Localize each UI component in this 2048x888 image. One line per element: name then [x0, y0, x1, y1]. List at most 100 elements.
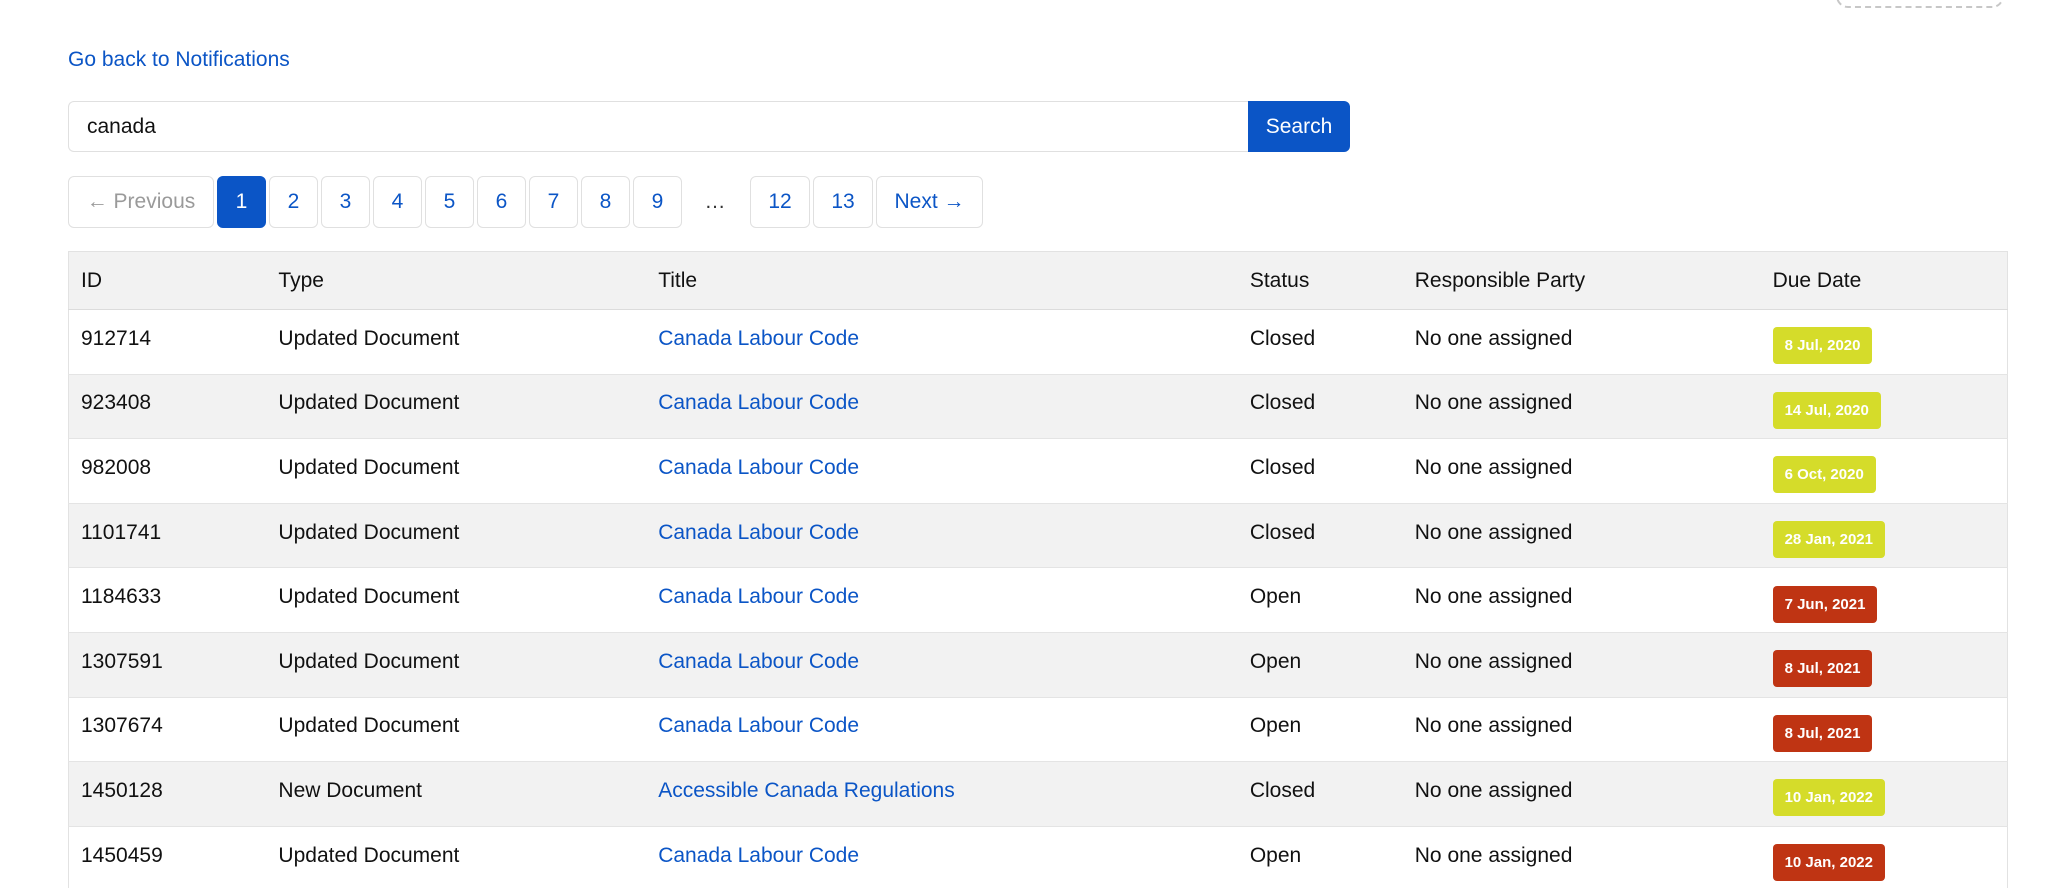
cell-title: Canada Labour Code: [646, 439, 1238, 504]
cell-status: Closed: [1238, 762, 1403, 827]
cell-type: New Document: [266, 762, 646, 827]
id-text: 923408: [81, 391, 152, 415]
cell-status: Open: [1238, 568, 1403, 633]
id-text: 1307674: [81, 714, 163, 738]
responsible-party-text: No one assigned: [1414, 520, 1573, 544]
back-to-notifications-link[interactable]: Go back to Notifications: [68, 48, 290, 72]
cell-id: 1101741: [69, 503, 267, 568]
cell-type: Updated Document: [266, 503, 646, 568]
next-page-button[interactable]: Next →: [876, 176, 983, 228]
column-header-due-date[interactable]: Due Date: [1760, 251, 2008, 310]
title-link[interactable]: Canada Labour Code: [658, 456, 859, 479]
column-header-status[interactable]: Status: [1237, 251, 1403, 310]
dashed-outline-element: [1836, 0, 2004, 8]
title-link[interactable]: Canada Labour Code: [658, 521, 859, 544]
id-text: 1184633: [81, 585, 162, 609]
cell-title: Accessible Canada Regulations: [646, 762, 1238, 827]
page-button-2[interactable]: 2: [269, 176, 318, 228]
cell-status: Closed: [1238, 374, 1403, 439]
status-text: Closed: [1249, 778, 1316, 802]
page-button-4[interactable]: 4: [373, 176, 422, 228]
id-text: 982008: [81, 455, 152, 479]
responsible-party-text: No one assigned: [1414, 455, 1573, 479]
due-date-badge: 14 Jul, 2020: [1772, 391, 1881, 429]
page-button-3[interactable]: 3: [321, 176, 370, 228]
cell-due-date: 10 Jan, 2022: [1761, 762, 2008, 827]
type-text: Updated Document: [278, 843, 460, 867]
table-row: 982008 Updated Document Canada Labour Co…: [68, 439, 2008, 504]
cell-type: Updated Document: [266, 374, 646, 439]
responsible-party-text: No one assigned: [1414, 843, 1573, 867]
title-link[interactable]: Canada Labour Code: [658, 844, 859, 867]
cell-type: Updated Document: [266, 697, 646, 762]
cell-responsible-party: No one assigned: [1403, 697, 1761, 762]
cell-id: 1184633: [69, 568, 267, 633]
responsible-party-text: No one assigned: [1414, 326, 1573, 350]
table-row: 1307674 Updated Document Canada Labour C…: [68, 697, 2008, 762]
page-button-9[interactable]: 9: [633, 176, 682, 228]
page-button-1[interactable]: 1: [217, 176, 266, 228]
due-date-badge: 28 Jan, 2021: [1772, 521, 1885, 559]
cell-status: Open: [1238, 697, 1403, 762]
type-text: Updated Document: [278, 391, 460, 415]
cell-responsible-party: No one assigned: [1403, 374, 1761, 439]
cell-type: Updated Document: [266, 568, 646, 633]
cell-title: Canada Labour Code: [646, 632, 1238, 697]
column-header-id[interactable]: ID: [68, 251, 267, 310]
id-text: 1450128: [81, 778, 163, 802]
previous-page-button[interactable]: ← Previous: [68, 176, 214, 228]
table-row: 1184633 Updated Document Canada Labour C…: [68, 568, 2008, 633]
title-link[interactable]: Canada Labour Code: [658, 650, 859, 673]
title-link[interactable]: Canada Labour Code: [658, 327, 859, 350]
due-date-badge: 7 Jun, 2021: [1772, 585, 1878, 623]
cell-due-date: 28 Jan, 2021: [1761, 503, 2008, 568]
cell-responsible-party: No one assigned: [1403, 310, 1761, 375]
cell-responsible-party: No one assigned: [1403, 632, 1761, 697]
cell-due-date: 8 Jul, 2021: [1761, 632, 2008, 697]
cell-id: 1307674: [69, 697, 267, 762]
table-row: 912714 Updated Document Canada Labour Co…: [68, 310, 2008, 375]
table-row: 923408 Updated Document Canada Labour Co…: [68, 374, 2008, 439]
notifications-table: ID Type Title Status Responsible Party D…: [68, 251, 2008, 888]
cell-id: 1450459: [69, 826, 267, 888]
page-button-8[interactable]: 8: [581, 176, 630, 228]
cell-title: Canada Labour Code: [646, 568, 1238, 633]
cell-id: 1307591: [69, 632, 267, 697]
cell-type: Updated Document: [266, 826, 646, 888]
responsible-party-text: No one assigned: [1414, 778, 1573, 802]
status-text: Open: [1249, 649, 1302, 673]
page-button-5[interactable]: 5: [425, 176, 474, 228]
status-text: Open: [1249, 843, 1302, 867]
status-text: Closed: [1249, 455, 1316, 479]
page-button-6[interactable]: 6: [477, 176, 526, 228]
column-header-type[interactable]: Type: [266, 251, 647, 310]
search-button[interactable]: Search: [1248, 101, 1350, 152]
status-text: Closed: [1249, 391, 1316, 415]
id-text: 912714: [81, 326, 152, 350]
page-button-12[interactable]: 12: [750, 176, 810, 228]
cell-type: Updated Document: [266, 310, 646, 375]
cell-due-date: 7 Jun, 2021: [1761, 568, 2008, 633]
cell-due-date: 8 Jul, 2020: [1761, 310, 2008, 375]
cell-title: Canada Labour Code: [646, 374, 1238, 439]
title-link[interactable]: Canada Labour Code: [658, 585, 859, 608]
title-link[interactable]: Accessible Canada Regulations: [658, 779, 955, 802]
table-header-row: ID Type Title Status Responsible Party D…: [68, 251, 2008, 310]
column-header-responsible-party[interactable]: Responsible Party: [1402, 251, 1761, 310]
title-link[interactable]: Canada Labour Code: [658, 391, 859, 414]
title-link[interactable]: Canada Labour Code: [658, 714, 859, 737]
pagination: ← Previous 1 2 3 4 5 6 7 8 9 … 12 13 Nex…: [68, 176, 986, 228]
type-text: Updated Document: [278, 714, 460, 738]
search-input[interactable]: [68, 101, 1248, 152]
due-date-badge: 10 Jan, 2022: [1772, 779, 1885, 817]
type-text: Updated Document: [278, 649, 460, 673]
cell-status: Open: [1238, 632, 1403, 697]
column-header-title[interactable]: Title: [646, 251, 1238, 310]
cell-id: 923408: [69, 374, 267, 439]
page-button-13[interactable]: 13: [813, 176, 873, 228]
type-text: Updated Document: [278, 455, 460, 479]
notifications-table-container: ID Type Title Status Responsible Party D…: [68, 251, 2008, 888]
page-button-7[interactable]: 7: [529, 176, 578, 228]
cell-type: Updated Document: [266, 439, 646, 504]
table-row: 1450459 Updated Document Canada Labour C…: [69, 826, 2008, 888]
